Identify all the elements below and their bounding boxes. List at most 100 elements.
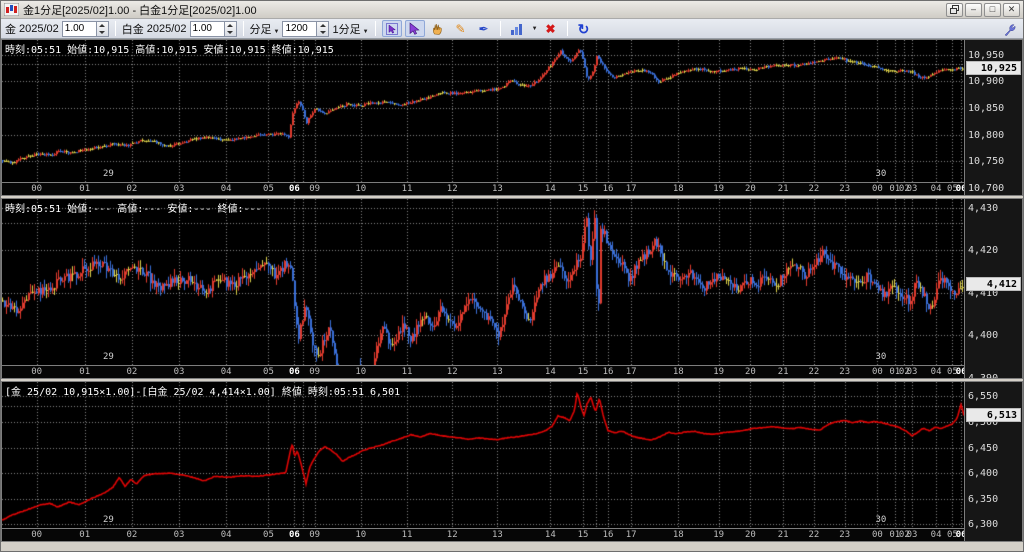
price-scale-label: 10,900 [968,76,1004,87]
price-scale-label: 4,390 [968,373,998,379]
pencil-icon[interactable]: ✎ [451,20,471,37]
settings-wrench-icon[interactable] [999,20,1019,37]
interval-dropdown[interactable]: 1分足▼ [332,21,368,37]
window-title: 金1分足[2025/02]1.00 - 白金1分足[2025/02]1.00 [23,2,944,18]
time-tick-label: 22 [809,366,820,379]
select-region-icon[interactable] [382,20,402,37]
time-tick-label: 00 [872,366,883,379]
time-tick-label: 20 [745,366,756,379]
maximize-button[interactable]: □ [984,3,1001,17]
time-tick-label: 12 [447,183,458,196]
price-scale-label: 4,420 [968,245,998,256]
time-tick-label: 21 [778,183,789,196]
time-tick-label: 13 [492,183,503,196]
time-tick-label: 15 [578,529,589,542]
platinum-time-axis: 0001020304050609101112131415161718192021… [1,366,965,379]
platinum-plot-area[interactable]: 時刻:05:51 始値:--- 高値:--- 安値:--- 終値:--- 29 3… [1,198,965,366]
time-tick-label: 18 [673,366,684,379]
time-tick-label: 23 [839,366,850,379]
time-tick-label: 18 [673,183,684,196]
time-tick-label: 16 [603,366,614,379]
platinum-price-scale: 4,4304,4204,4104,4004,3904,412 [965,198,1023,379]
platinum-candlestick-canvas[interactable] [2,199,964,365]
refresh-icon[interactable]: ↻ [574,20,594,37]
chevron-down-icon: ▼ [363,29,369,35]
time-tick-label: 23 [839,183,850,196]
time-tick-label: 06 [289,366,300,379]
time-tick-label: 01 [79,366,90,379]
bar-count-input[interactable] [282,21,316,37]
close-button[interactable]: ✕ [1003,3,1020,17]
platinum-multiplier-stepper[interactable] [224,21,237,37]
toolbar-separator [500,21,501,36]
spread-price-scale: 6,5506,5006,4506,4006,3506,3006,513 [965,381,1023,542]
time-tick-label: 04 [221,366,232,379]
time-tick-label: 14 [545,366,556,379]
price-scale-label: 6,450 [968,443,998,454]
price-scale-label: 4,430 [968,203,998,214]
date-label: 29 [103,352,114,362]
platinum-multiplier-input[interactable] [190,21,224,37]
time-tick-label: 03 [174,183,185,196]
bar-count-stepper[interactable] [316,21,329,37]
time-tick-label: 05 [263,183,274,196]
gold-multiplier-input[interactable] [62,21,96,37]
gold-multiplier-stepper[interactable] [96,21,109,37]
spread-plot-area[interactable]: [金 25/02 10,915×1.00]-[白金 25/02 4,414×1.… [1,381,965,529]
platinum-chart-panel: 時刻:05:51 始値:--- 高値:--- 安値:--- 終値:--- 29 3… [1,198,1023,379]
gold-chart-panel: 時刻:05:51 始値:10,915 高値:10,915 安値:10,915 終… [1,39,1023,196]
time-tick-label: 13 [492,366,503,379]
time-tick-label: 19 [713,529,724,542]
time-tick-label: 06 [956,366,965,379]
time-tick-label: 11 [402,183,413,196]
time-tick-label: 01 [79,529,90,542]
time-tick-label: 04 [931,529,942,542]
time-tick-label: 18 [673,529,684,542]
time-tick-label: 02 [126,183,137,196]
toolbar-separator [375,21,376,36]
time-tick-label: 06 [289,529,300,542]
date-label: 29 [103,169,114,179]
time-tick-label: 12 [447,529,458,542]
chevron-down-icon[interactable]: ▼ [532,26,538,32]
gold-symbol-label: 金 [5,21,16,37]
time-tick-label: 12 [447,366,458,379]
date-label: 30 [875,352,886,362]
current-price-badge: 4,412 [966,277,1021,291]
timeframe-dropdown[interactable]: 分足▼ [250,21,280,37]
time-tick-label: 03 [174,529,185,542]
time-tick-label: 09 [309,529,320,542]
platinum-ohlc-readout: 時刻:05:51 始値:--- 高値:--- 安値:--- 終値:--- [5,200,262,215]
time-tick-label: 19 [713,366,724,379]
price-scale-label: 6,550 [968,391,998,402]
time-tick-label: 15 [578,366,589,379]
title-bar[interactable]: 金1分足[2025/02]1.00 - 白金1分足[2025/02]1.00 –… [1,1,1023,19]
price-scale-label: 6,300 [968,519,998,530]
gold-plot-area[interactable]: 時刻:05:51 始値:10,915 高値:10,915 安値:10,915 終… [1,39,965,183]
time-tick-label: 17 [626,183,637,196]
clear-drawings-icon[interactable]: ✖ [541,20,561,37]
gold-ohlc-readout: 時刻:05:51 始値:10,915 高値:10,915 安値:10,915 終… [5,41,334,56]
time-tick-label: 20 [745,183,756,196]
pointer-icon[interactable] [405,20,425,37]
time-tick-label: 00 [31,366,42,379]
chart-type-icon[interactable] [507,20,527,37]
price-scale-label: 6,350 [968,494,998,505]
time-tick-label: 00 [31,183,42,196]
time-tick-label: 16 [603,183,614,196]
pan-hand-icon[interactable] [428,20,448,37]
layered-windows-button[interactable] [946,3,963,17]
annotate-pen-icon[interactable]: ✒ [474,20,494,37]
time-tick-label: 21 [778,366,789,379]
minimize-button[interactable]: – [965,3,982,17]
time-tick-label: 02 [126,366,137,379]
price-scale-label: 4,400 [968,330,998,341]
time-tick-label: 11 [402,529,413,542]
gold-price-scale: 10,95010,90010,85010,80010,75010,70010,9… [965,39,1023,196]
gold-candlestick-canvas[interactable] [2,40,964,182]
date-label: 29 [103,515,114,525]
time-tick-label: 09 [309,183,320,196]
platinum-contract-month: 2025/02 [147,23,187,35]
spread-line-canvas[interactable] [2,382,964,528]
time-tick-label: 20 [745,529,756,542]
